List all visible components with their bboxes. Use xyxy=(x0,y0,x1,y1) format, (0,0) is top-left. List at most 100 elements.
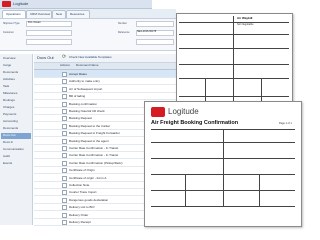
row-checkbox[interactable] xyxy=(62,175,67,181)
air-waybill-title: Air Waybill xyxy=(237,16,253,20)
sidebar-item-label: Docs Out xyxy=(3,133,16,137)
header-document-name: Document Name xyxy=(76,63,99,67)
sidebar-item-overview[interactable]: Overview xyxy=(1,56,31,62)
row-checkbox[interactable] xyxy=(62,220,67,225)
row-checkbox[interactable] xyxy=(62,168,67,174)
document-name: Certificate of origin - Form A xyxy=(69,175,107,180)
row-checkbox[interactable] xyxy=(62,79,67,85)
docs-toolbar: Docs Out ⟳ Check New Available Templates xyxy=(34,54,176,63)
sidebar-item-label: Payments xyxy=(3,112,17,116)
sidebar-item-label: Accounting xyxy=(3,119,18,123)
row-checkbox[interactable] xyxy=(62,153,67,159)
sidebar-item-label: Documents xyxy=(3,126,19,130)
document-name: Booking confirmation xyxy=(69,101,98,106)
row-checkbox[interactable] xyxy=(62,94,67,100)
sidebar-item-events[interactable]: Events xyxy=(1,161,31,167)
row-checkbox[interactable] xyxy=(62,109,67,114)
document-name: Accept Rates xyxy=(69,72,87,76)
divider xyxy=(179,96,289,97)
sidebar-item-accounting[interactable]: Accounting xyxy=(1,119,31,125)
row-checkbox[interactable] xyxy=(62,190,67,196)
document-name: Delivery Receipt xyxy=(69,220,91,224)
document-name: Certificate of Origin xyxy=(69,168,95,173)
reference-value: SEA-2016-00178 xyxy=(137,30,157,33)
shipment-type-label: Shipment Type xyxy=(3,22,20,25)
shipment-type-value: FCL Ocean xyxy=(28,21,41,24)
document-name: Delivery List to BCI xyxy=(69,205,95,210)
sidebar-item-label: Routings xyxy=(3,98,15,102)
row-checkbox[interactable] xyxy=(62,197,67,203)
document-name: Dangerous goods declaration xyxy=(69,197,109,202)
check-templates-link[interactable]: Check New Available Templates xyxy=(69,56,112,59)
sidebar-item-documents[interactable]: Documents xyxy=(1,70,31,76)
logitude-logo-icon xyxy=(151,107,165,117)
sidebar-item-communication[interactable]: Communication xyxy=(1,147,31,153)
sidebar-item-charges[interactable]: Charges xyxy=(1,105,31,111)
extra-field-2[interactable] xyxy=(136,39,174,45)
document-name: Courier Trace Import xyxy=(69,190,97,195)
row-checkbox[interactable] xyxy=(62,123,67,129)
sidebar-item-label: Communication xyxy=(3,147,24,151)
page-indicator: Page 1 of 1 xyxy=(279,122,292,125)
sidebar-item-cargo[interactable]: Cargo xyxy=(1,63,31,69)
document-name: Authority to make entry xyxy=(69,79,100,84)
app-logo-icon xyxy=(2,1,11,7)
sidebar-item-label: Overview xyxy=(3,56,16,60)
customer-label: Customer xyxy=(3,31,14,34)
divider xyxy=(179,48,289,49)
sidebar-item-label: Documents xyxy=(3,70,19,74)
document-name: Carrier Rate Confirmation - In Transit xyxy=(69,146,119,150)
row-checkbox[interactable] xyxy=(62,146,67,151)
sidebar-item-label: Task xyxy=(3,84,10,88)
sidebar-item-label: Activities xyxy=(3,77,15,81)
divider xyxy=(179,22,289,23)
refresh-icon[interactable]: ⟳ xyxy=(62,55,66,60)
row-checkbox[interactable] xyxy=(62,205,67,211)
document-name: Booking Request to the agent xyxy=(69,138,109,143)
customer-field[interactable] xyxy=(26,30,72,36)
document-name: Carrier Rate Confirmation (Pickup/Deliv) xyxy=(69,160,123,165)
row-checkbox[interactable] xyxy=(62,72,67,77)
document-name: Carrier Rate Confirmation - In Transit xyxy=(69,153,119,158)
sidebar-item-documents-2[interactable]: Documents xyxy=(1,126,31,132)
number-label: Number xyxy=(118,22,127,25)
document-name: Collection Note xyxy=(69,183,90,187)
document-heading: Air Freight Booking Confirmation xyxy=(151,120,239,126)
document-name: Booking Request to the trucker xyxy=(69,123,111,128)
booking-confirmation-document: Logitude Air Freight Booking Confirmatio… xyxy=(144,101,302,227)
sidebar-item-activities[interactable]: Activities xyxy=(1,77,31,83)
tab-label: CRM Overview xyxy=(30,12,51,16)
row-checkbox[interactable] xyxy=(62,86,67,92)
row-checkbox[interactable] xyxy=(62,138,67,144)
divider xyxy=(185,174,186,206)
divider xyxy=(151,206,295,207)
sidebar-item-milestones[interactable]: Milestones xyxy=(1,91,31,97)
divider xyxy=(223,129,224,206)
air-waybill-subtitle: Not Negotiable xyxy=(237,23,254,26)
sidebar-item-payments[interactable]: Payments xyxy=(1,112,31,118)
divider xyxy=(179,34,289,35)
sidebar-item-label: Charges xyxy=(3,105,15,109)
sidebar-item-routings[interactable]: Routings xyxy=(1,98,31,104)
row-checkbox[interactable] xyxy=(62,116,67,122)
docs-toolbar-title: Docs Out xyxy=(37,55,54,60)
sidebar-item-audit[interactable]: Audit xyxy=(1,154,31,160)
tab-operations[interactable]: Operations xyxy=(2,10,26,18)
tab-resources[interactable]: Resources xyxy=(66,10,90,18)
row-checkbox[interactable] xyxy=(62,101,67,107)
tab-label: Resources xyxy=(70,12,85,16)
row-checkbox[interactable] xyxy=(62,212,67,218)
sidebar-item-docs-out[interactable]: Docs Out xyxy=(1,133,31,139)
number-field[interactable] xyxy=(136,21,174,27)
row-checkbox[interactable] xyxy=(62,160,67,166)
sidebar-item-task[interactable]: Task xyxy=(1,84,31,90)
shipment-header-fields: Shipment Type FCL Ocean Number Customer … xyxy=(0,19,176,51)
row-checkbox[interactable] xyxy=(62,131,67,137)
row-checkbox[interactable] xyxy=(62,183,67,188)
extra-field[interactable] xyxy=(26,39,72,45)
sidebar-item-docs-in[interactable]: Docs In xyxy=(1,140,31,146)
tab-new[interactable]: New xyxy=(52,10,66,18)
sidebar-item-label: Docs In xyxy=(3,140,14,144)
title-bar: Logitude xyxy=(0,0,152,9)
tab-crm-overview[interactable]: CRM Overview xyxy=(26,10,52,18)
